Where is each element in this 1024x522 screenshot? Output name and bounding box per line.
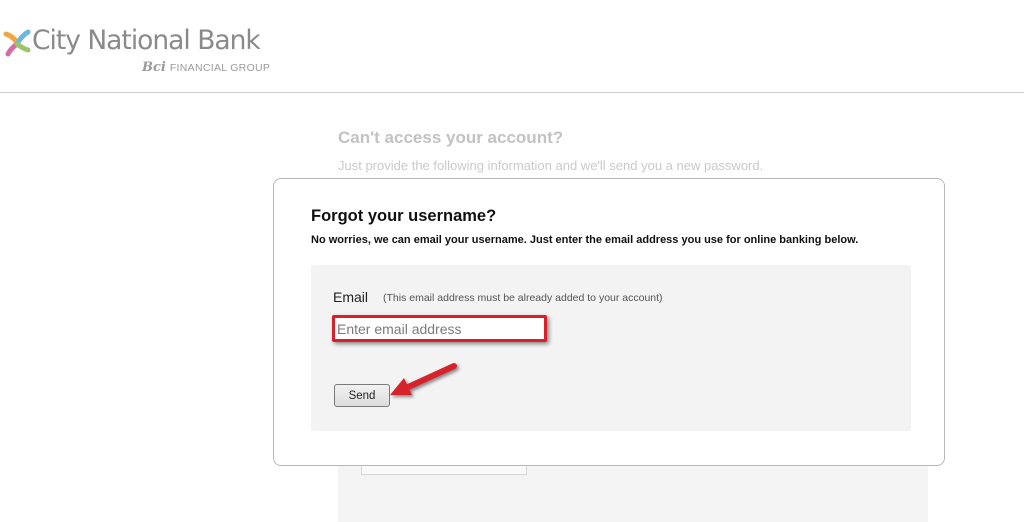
email-form-panel: Email (This email address must be alread… — [311, 265, 911, 431]
dialog-description: No worries, we can email your username. … — [311, 234, 859, 246]
email-hint: (This email address must be already adde… — [383, 292, 663, 304]
logo-subtitle: Bci FINANCIAL GROUP — [142, 56, 270, 75]
send-button[interactable]: Send — [334, 384, 390, 407]
background-page-subtitle: Just provide the following information a… — [338, 158, 764, 173]
email-input[interactable] — [332, 315, 547, 342]
logo-wordmark: City National Bank — [32, 25, 261, 56]
dialog-title: Forgot your username? — [311, 207, 497, 225]
background-page-title: Can't access your account? — [338, 128, 564, 147]
logo-tagline: FINANCIAL GROUP — [169, 62, 271, 74]
bank-logo[interactable]: City National Bank Bci FINANCIAL GROUP — [2, 26, 272, 76]
site-header: City National Bank Bci FINANCIAL GROUP — [0, 0, 1024, 93]
forgot-username-dialog: Forgot your username? No worries, we can… — [273, 178, 945, 466]
logo-sub-brand: Bci — [142, 60, 166, 75]
red-arrow-icon — [390, 363, 457, 395]
logo-mark-icon — [3, 29, 31, 57]
email-label: Email — [333, 289, 369, 305]
